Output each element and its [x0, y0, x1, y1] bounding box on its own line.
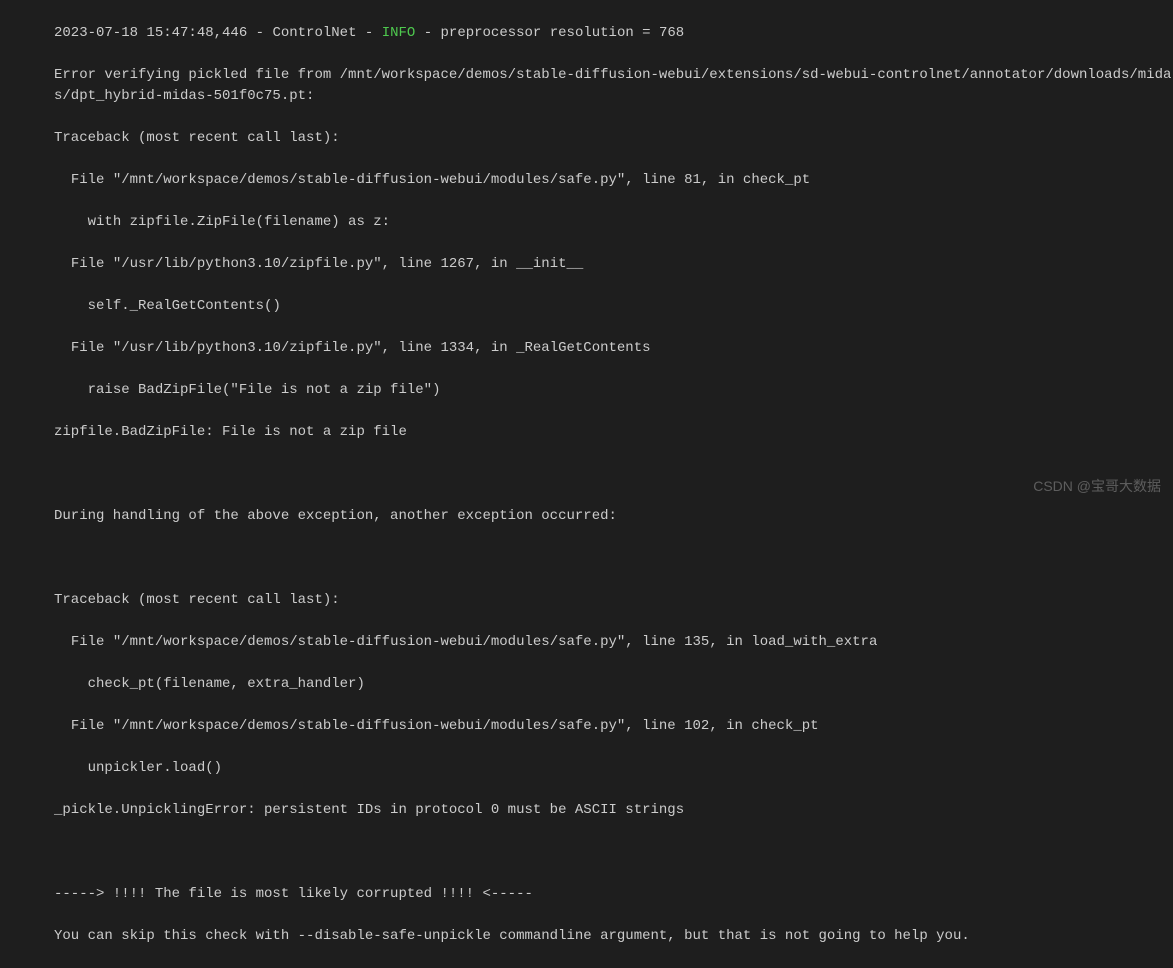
log-sep: -: [356, 25, 381, 41]
traceback-file-line: File "/mnt/workspace/demos/stable-diffus…: [54, 716, 1173, 737]
hint-line: You can skip this check with --disable-s…: [54, 926, 1173, 947]
log-sep: -: [415, 25, 440, 41]
traceback-file-line: File "/usr/lib/python3.10/zipfile.py", l…: [54, 338, 1173, 359]
terminal-output: 2023-07-18 15:47:48,446 - ControlNet - I…: [0, 0, 1173, 968]
traceback-file-line: File "/mnt/workspace/demos/stable-diffus…: [54, 632, 1173, 653]
chained-exception-msg: During handling of the above exception, …: [54, 506, 1173, 527]
blank-line: [54, 548, 1173, 569]
log-logger-name: ControlNet: [272, 25, 356, 41]
traceback-header: Traceback (most recent call last):: [54, 128, 1173, 149]
error-line: Error verifying pickled file from /mnt/w…: [54, 65, 1173, 107]
watermark-text: CSDN @宝哥大数据: [1033, 476, 1161, 497]
traceback-header: Traceback (most recent call last):: [54, 590, 1173, 611]
log-sep: -: [247, 25, 272, 41]
exception-line: _pickle.UnpicklingError: persistent IDs …: [54, 800, 1173, 821]
exception-line: zipfile.BadZipFile: File is not a zip fi…: [54, 422, 1173, 443]
blank-line: [54, 464, 1173, 485]
log-header-line: 2023-07-18 15:47:48,446 - ControlNet - I…: [54, 23, 1173, 44]
log-timestamp: 2023-07-18 15:47:48,446: [54, 25, 247, 41]
warning-line: -----> !!!! The file is most likely corr…: [54, 884, 1173, 905]
traceback-file-line: File "/mnt/workspace/demos/stable-diffus…: [54, 170, 1173, 191]
traceback-code-line: check_pt(filename, extra_handler): [54, 674, 1173, 695]
traceback-file-line: File "/usr/lib/python3.10/zipfile.py", l…: [54, 254, 1173, 275]
log-level: INFO: [382, 25, 416, 41]
traceback-code-line: with zipfile.ZipFile(filename) as z:: [54, 212, 1173, 233]
traceback-code-line: unpickler.load(): [54, 758, 1173, 779]
traceback-code-line: self._RealGetContents(): [54, 296, 1173, 317]
blank-line: [54, 842, 1173, 863]
log-message: preprocessor resolution = 768: [441, 25, 685, 41]
traceback-code-line: raise BadZipFile("File is not a zip file…: [54, 380, 1173, 401]
